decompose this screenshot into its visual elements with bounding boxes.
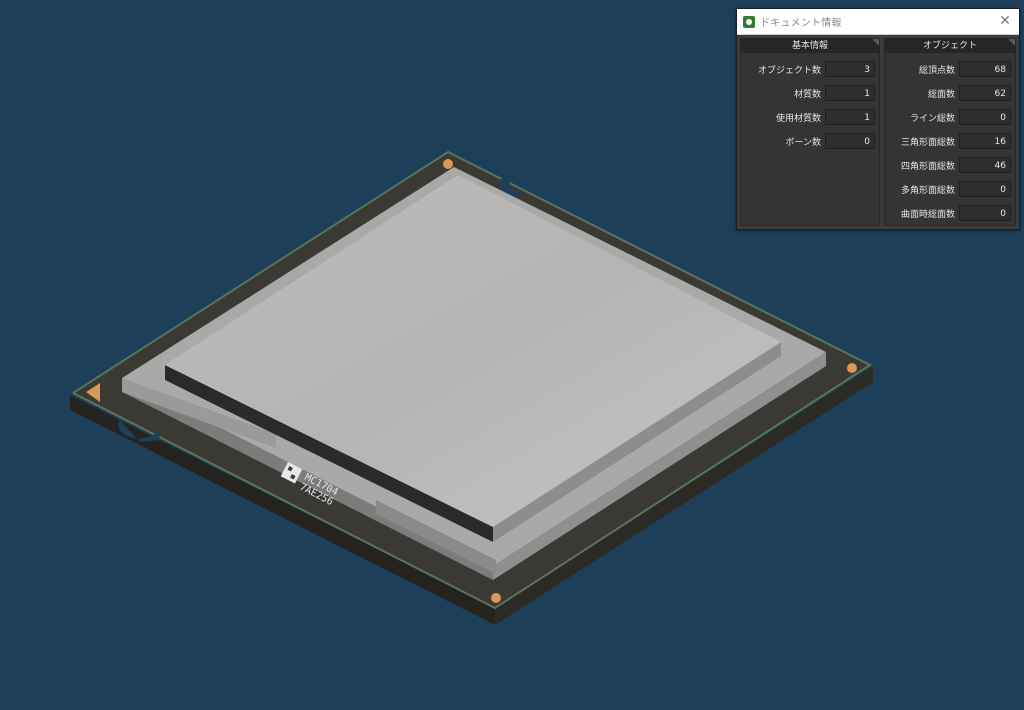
info-row: オブジェクト数 3 — [741, 57, 879, 81]
bone-count-value: 0 — [824, 133, 875, 149]
info-row: 三角形面総数 16 — [885, 129, 1015, 153]
info-row: 材質数 1 — [741, 81, 879, 105]
polygon-faces-value: 0 — [959, 181, 1011, 197]
polygon-faces-label: 多角形面総数 — [900, 185, 955, 196]
basic-info-panel: 基本情報 オブジェクト数 3 材質数 1 使用材質数 1 ボーン数 0 — [740, 38, 880, 226]
info-row: ボーン数 0 — [741, 129, 879, 153]
info-row: 多角形面総数 0 — [885, 177, 1015, 201]
basic-info-header: 基本情報 — [741, 39, 879, 53]
info-row: 総頂点数 68 — [885, 57, 1015, 81]
info-row: 四角形面総数 46 — [885, 153, 1015, 177]
info-row: ライン総数 0 — [885, 105, 1015, 129]
triangle-faces-label: 三角形面総数 — [900, 137, 955, 148]
close-button[interactable]: ✕ — [997, 13, 1013, 29]
object-count-label: オブジェクト数 — [757, 65, 821, 76]
total-vertices-label: 総頂点数 — [918, 65, 955, 76]
corner-marker — [443, 159, 453, 169]
material-count-label: 材質数 — [793, 89, 821, 100]
used-material-count-label: 使用材質数 — [775, 113, 821, 124]
info-row: 曲面時総面数 0 — [885, 201, 1015, 225]
corner-marker — [491, 593, 501, 603]
object-panel: オブジェクト 総頂点数 68 総面数 62 ライン総数 0 三角形面総数 16 — [883, 38, 1016, 226]
used-material-count-value: 1 — [824, 109, 875, 125]
triangle-faces-value: 16 — [959, 133, 1011, 149]
curved-faces-label: 曲面時総面数 — [900, 209, 955, 220]
total-faces-label: 総面数 — [927, 89, 955, 100]
info-row: 使用材質数 1 — [741, 105, 879, 129]
curved-faces-value: 0 — [959, 205, 1011, 221]
total-lines-label: ライン総数 — [909, 113, 955, 124]
quad-faces-label: 四角形面総数 — [900, 161, 955, 172]
app-icon — [743, 15, 755, 28]
quad-faces-value: 46 — [959, 157, 1011, 173]
bone-count-label: ボーン数 — [785, 137, 821, 148]
object-panel-header: オブジェクト — [884, 39, 1016, 53]
total-faces-value: 62 — [959, 85, 1011, 101]
window-title: ドキュメント情報 — [760, 18, 842, 29]
object-count-value: 3 — [824, 61, 875, 77]
corner-marker — [847, 363, 857, 373]
document-info-window: ドキュメント情報 ✕ 基本情報 オブジェクト数 3 材質数 1 使用材質数 1 — [736, 8, 1020, 230]
material-count-value: 1 — [824, 85, 875, 101]
info-row: 総面数 62 — [885, 81, 1015, 105]
total-vertices-value: 68 — [959, 61, 1011, 77]
window-titlebar[interactable]: ドキュメント情報 ✕ — [737, 9, 1019, 35]
total-lines-value: 0 — [959, 109, 1011, 125]
